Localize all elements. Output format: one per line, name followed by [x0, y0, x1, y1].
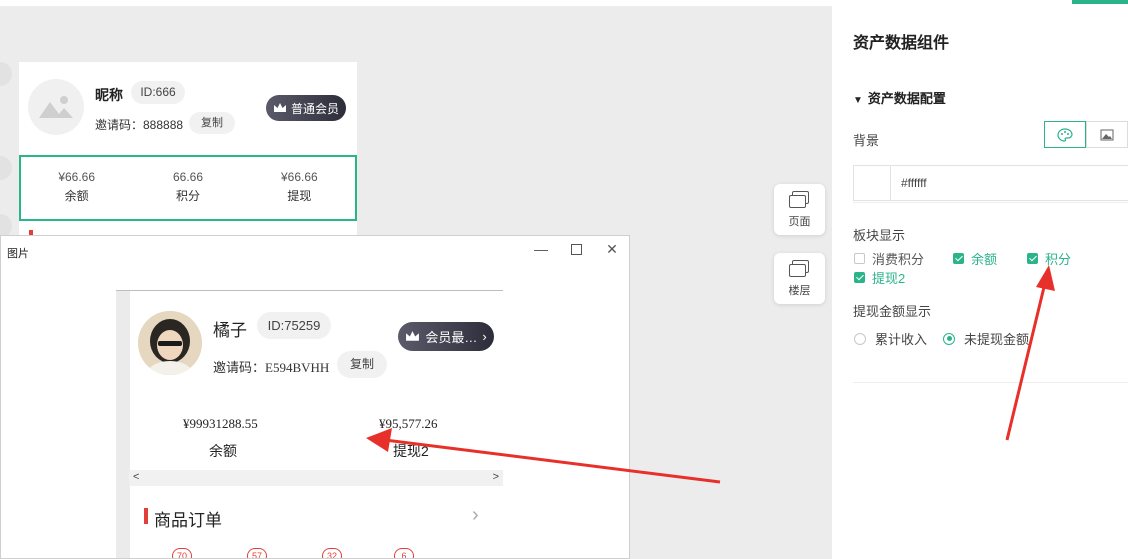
arrow-to-balance: [366, 428, 721, 484]
arrow-to-points-checkbox: [1005, 265, 1055, 441]
annotation-arrows: [366, 265, 1055, 484]
